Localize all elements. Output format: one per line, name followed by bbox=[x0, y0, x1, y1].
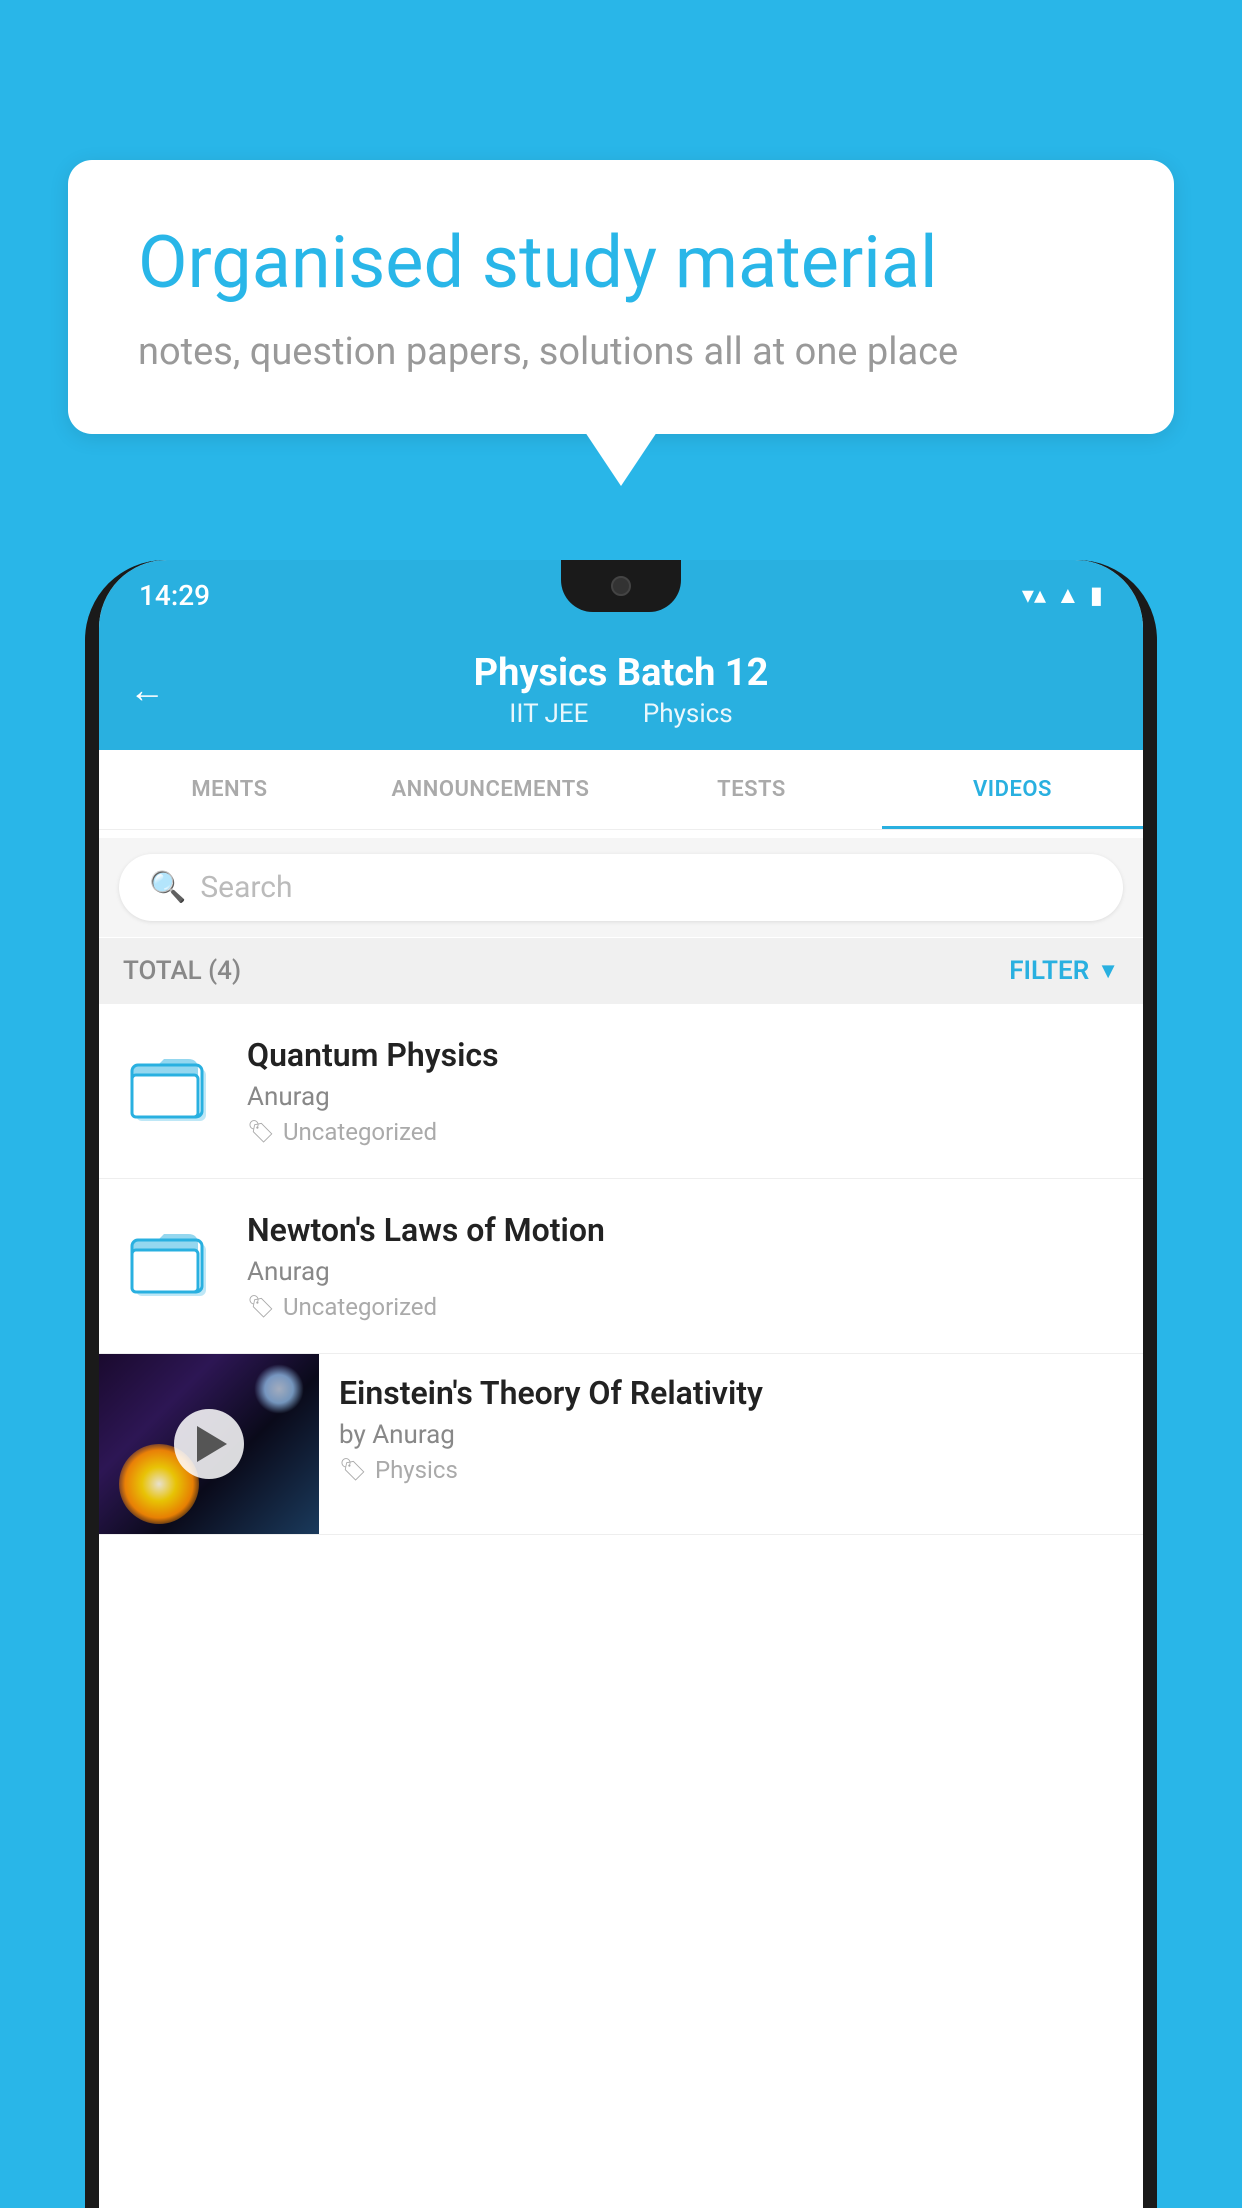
signal-icon: ▲ bbox=[1056, 581, 1080, 610]
video-info: Quantum Physics Anurag 🏷 Uncategorized bbox=[247, 1036, 1119, 1146]
header-subtitle: IIT JEE Physics bbox=[497, 699, 744, 729]
tab-videos[interactable]: VIDEOS bbox=[882, 750, 1143, 829]
tab-announcements[interactable]: ANNOUNCEMENTS bbox=[360, 750, 621, 829]
video-tag-label: Uncategorized bbox=[283, 1293, 437, 1321]
speech-bubble-container: Organised study material notes, question… bbox=[68, 160, 1174, 434]
video-tag-label: Physics bbox=[375, 1456, 458, 1484]
video-thumbnail bbox=[99, 1354, 319, 1534]
video-tag: 🏷 Physics bbox=[339, 1456, 1123, 1484]
video-info: Einstein's Theory Of Relativity by Anura… bbox=[319, 1354, 1143, 1484]
video-tag-label: Uncategorized bbox=[283, 1118, 437, 1146]
phone-frame: 14:29 ▾▴ ▲ ▮ ← Physics Batch 12 IIT JEE … bbox=[85, 560, 1157, 2208]
speech-bubble: Organised study material notes, question… bbox=[68, 160, 1174, 434]
video-title: Quantum Physics bbox=[247, 1036, 1119, 1074]
video-tag: 🏷 Uncategorized bbox=[247, 1293, 1119, 1321]
search-bar-container: 🔍 Search bbox=[99, 838, 1143, 937]
folder-icon bbox=[128, 1216, 218, 1306]
play-triangle-icon bbox=[197, 1426, 227, 1462]
status-time: 14:29 bbox=[139, 579, 210, 612]
speech-bubble-title: Organised study material bbox=[138, 220, 1104, 306]
video-author: by Anurag bbox=[339, 1420, 1123, 1450]
back-button[interactable]: ← bbox=[129, 669, 165, 711]
app-header: ← Physics Batch 12 IIT JEE Physics bbox=[99, 630, 1143, 750]
play-button[interactable] bbox=[174, 1409, 244, 1479]
tab-ments[interactable]: MENTS bbox=[99, 750, 360, 829]
video-info: Newton's Laws of Motion Anurag 🏷 Uncateg… bbox=[247, 1211, 1119, 1321]
front-camera bbox=[611, 576, 631, 596]
speech-bubble-subtitle: notes, question papers, solutions all at… bbox=[138, 330, 1104, 374]
phone-screen: 14:29 ▾▴ ▲ ▮ ← Physics Batch 12 IIT JEE … bbox=[99, 560, 1143, 2208]
video-thumb bbox=[123, 1036, 223, 1136]
filter-icon: ▼ bbox=[1097, 958, 1119, 984]
tab-tests[interactable]: TESTS bbox=[621, 750, 882, 829]
battery-icon: ▮ bbox=[1090, 581, 1103, 609]
search-placeholder: Search bbox=[200, 870, 292, 905]
video-list: Quantum Physics Anurag 🏷 Uncategorized bbox=[99, 1004, 1143, 2208]
header-title: Physics Batch 12 bbox=[474, 651, 769, 695]
total-count: TOTAL (4) bbox=[123, 956, 241, 986]
phone-notch bbox=[561, 560, 681, 612]
video-author: Anurag bbox=[247, 1257, 1119, 1287]
list-item[interactable]: Quantum Physics Anurag 🏷 Uncategorized bbox=[99, 1004, 1143, 1179]
folder-icon bbox=[128, 1041, 218, 1131]
tabs-bar: MENTS ANNOUNCEMENTS TESTS VIDEOS bbox=[99, 750, 1143, 830]
video-tag: 🏷 Uncategorized bbox=[247, 1118, 1119, 1146]
tag-icon: 🏷 bbox=[247, 1295, 275, 1320]
video-thumb bbox=[123, 1211, 223, 1311]
tag-icon: 🏷 bbox=[247, 1120, 275, 1145]
filter-label: FILTER bbox=[1009, 956, 1089, 986]
search-bar[interactable]: 🔍 Search bbox=[119, 854, 1123, 921]
video-title: Einstein's Theory Of Relativity bbox=[339, 1374, 1123, 1412]
header-subtitle-iitjee: IIT JEE bbox=[509, 699, 588, 729]
status-icons: ▾▴ ▲ ▮ bbox=[1022, 581, 1103, 610]
list-item[interactable]: Einstein's Theory Of Relativity by Anura… bbox=[99, 1354, 1143, 1535]
filter-button[interactable]: FILTER ▼ bbox=[1009, 956, 1119, 986]
search-icon: 🔍 bbox=[149, 870, 186, 905]
filter-bar: TOTAL (4) FILTER ▼ bbox=[99, 938, 1143, 1004]
video-title: Newton's Laws of Motion bbox=[247, 1211, 1119, 1249]
list-item[interactable]: Newton's Laws of Motion Anurag 🏷 Uncateg… bbox=[99, 1179, 1143, 1354]
video-author: Anurag bbox=[247, 1082, 1119, 1112]
tag-icon: 🏷 bbox=[339, 1458, 367, 1483]
header-subtitle-physics: Physics bbox=[643, 699, 733, 729]
wifi-icon: ▾▴ bbox=[1022, 581, 1046, 609]
